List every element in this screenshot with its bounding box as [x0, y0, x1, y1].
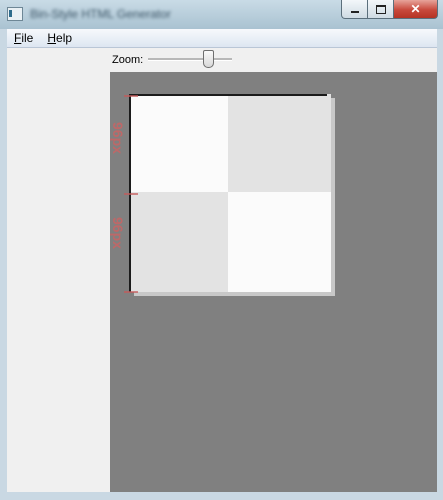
- tile-bottom-right: [228, 192, 331, 292]
- tile-bottom-left: [130, 192, 228, 292]
- ruler-tick-bottom: [124, 291, 138, 293]
- maximize-button[interactable]: [368, 0, 394, 19]
- window-frame-bottom: [0, 492, 443, 500]
- canvas-area[interactable]: 96px 96px: [110, 72, 437, 492]
- maximize-icon: [375, 4, 386, 14]
- tile-top-left: [130, 94, 228, 192]
- zoom-slider-track[interactable]: [148, 58, 232, 61]
- menu-help-label-rest: elp: [56, 31, 73, 45]
- menu-file-label-rest: ile: [21, 31, 34, 45]
- ruler-horizontal: [129, 94, 327, 96]
- menu-bar: File Help: [7, 29, 437, 48]
- side-panel: [7, 48, 110, 492]
- menu-file[interactable]: File: [7, 29, 40, 47]
- zoom-slider-thumb[interactable]: [202, 50, 214, 68]
- minimize-button[interactable]: [341, 0, 368, 19]
- title-bar[interactable]: Bin-Style HTML Generator ✕: [0, 0, 443, 30]
- window-frame-left: [0, 29, 7, 500]
- zoom-toolbar: Zoom:: [110, 48, 437, 72]
- ruler-label-upper: 96px: [110, 122, 126, 154]
- zoom-label: Zoom:: [112, 54, 144, 66]
- menu-help[interactable]: Help: [40, 29, 79, 47]
- ruler-tick-middle: [124, 193, 138, 195]
- window-title: Bin-Style HTML Generator: [30, 7, 171, 21]
- app-icon[interactable]: [7, 7, 23, 21]
- ruler-tick-top: [124, 95, 138, 97]
- window-controls: ✕: [341, 0, 438, 19]
- close-button[interactable]: ✕: [394, 0, 438, 19]
- minimize-icon: [350, 11, 359, 13]
- window-frame-right: [437, 29, 443, 500]
- preview-sheet[interactable]: [130, 94, 331, 292]
- menu-help-mnemonic: H: [47, 31, 57, 45]
- tile-top-right: [228, 94, 331, 192]
- close-icon: ✕: [410, 2, 421, 16]
- ruler-label-lower: 96px: [110, 217, 126, 249]
